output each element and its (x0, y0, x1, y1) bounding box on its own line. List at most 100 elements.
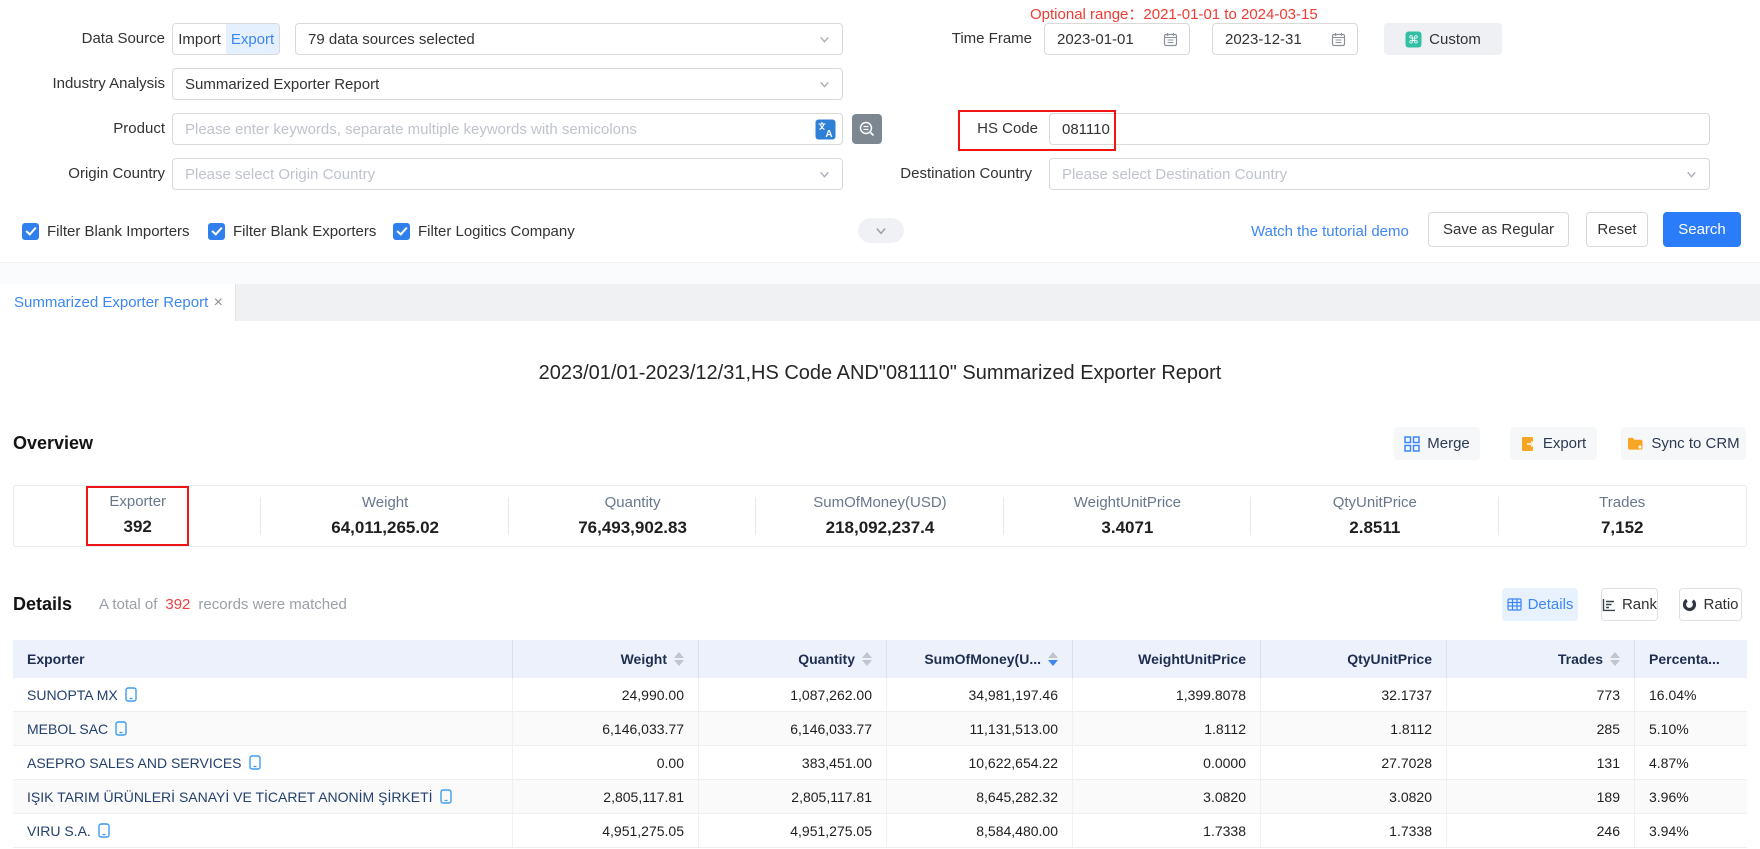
close-icon[interactable]: × (214, 294, 223, 312)
hs-code-input[interactable] (1050, 121, 1709, 138)
tab-summarized-exporter-report[interactable]: Summarized Exporter Report × (0, 284, 236, 321)
overview-stats-card: Exporter392Weight64,011,265.02Quantity76… (13, 485, 1747, 547)
exporter-name-link[interactable]: ASEPRO SALES AND SERVICES (27, 755, 261, 771)
export-toggle-option[interactable]: Export (226, 24, 279, 54)
company-contact-icon[interactable] (98, 823, 110, 838)
column-header-weight[interactable]: Weight (513, 640, 699, 678)
time-frame-label: Time Frame (930, 23, 1032, 55)
collapse-panel-button[interactable] (858, 218, 904, 243)
company-contact-icon[interactable] (115, 721, 127, 736)
fuzzy-search-button[interactable] (852, 114, 882, 144)
chevron-down-icon (818, 168, 842, 181)
details-heading: Details (13, 588, 72, 621)
filter-blank-importers-checkbox[interactable]: Filter Blank Importers (22, 220, 190, 242)
overview-stat: WeightUnitPrice3.4071 (1004, 486, 1251, 546)
exporter-name[interactable]: IŞIK TARIM ÜRÜNLERİ SANAYİ VE TİCARET AN… (27, 789, 433, 805)
checkbox-checked-icon[interactable] (22, 223, 39, 240)
stat-label: Quantity (605, 494, 661, 512)
translate-icon[interactable]: A (815, 119, 842, 140)
tutorial-demo-link[interactable]: Watch the tutorial demo (1251, 216, 1409, 248)
sort-carets-icon[interactable] (1610, 652, 1620, 666)
save-as-regular-button[interactable]: Save as Regular (1428, 212, 1569, 247)
merge-button[interactable]: Merge (1394, 427, 1480, 460)
value-cell: 1.8112 (1261, 712, 1447, 745)
view-details-button[interactable]: Details (1502, 588, 1578, 621)
view-rank-button[interactable]: Rank (1601, 588, 1658, 621)
column-header-quantity[interactable]: Quantity (699, 640, 887, 678)
filter-blank-exporters-checkbox[interactable]: Filter Blank Exporters (208, 220, 376, 242)
value-cell: 2,805,117.81 (699, 780, 887, 813)
exporter-name[interactable]: SUNOPTA MX (27, 687, 118, 703)
value-cell: 2,805,117.81 (513, 780, 699, 813)
overview-stat: SumOfMoney(USD)218,092,237.4 (756, 486, 1003, 546)
column-header-label: Trades (1558, 651, 1603, 667)
import-toggle-option[interactable]: Import (173, 24, 226, 54)
search-button[interactable]: Search (1663, 212, 1741, 247)
exporter-name-link[interactable]: IŞIK TARIM ÜRÜNLERİ SANAYİ VE TİCARET AN… (27, 789, 452, 805)
custom-range-button[interactable]: ⌘ Custom (1384, 23, 1502, 55)
stat-value: 76,493,902.83 (578, 518, 687, 538)
industry-analysis-select[interactable]: Summarized Exporter Report (172, 68, 843, 100)
table-header-row: ExporterWeightQuantitySumOfMoney(U...Wei… (13, 640, 1747, 678)
checkbox-checked-icon[interactable] (393, 223, 410, 240)
chevron-down-icon (818, 78, 842, 91)
sort-carets-icon[interactable] (1048, 652, 1058, 666)
report-title: 2023/01/01-2023/12/31,HS Code AND"081110… (0, 362, 1760, 385)
value-cell: 4,951,275.05 (699, 814, 887, 847)
checkbox-checked-icon[interactable] (208, 223, 225, 240)
overview-stat: QtyUnitPrice2.8511 (1251, 486, 1498, 546)
sync-to-crm-button[interactable]: Sync to CRM (1621, 427, 1746, 460)
stat-value: 392 (124, 517, 152, 537)
value-cell: 11,131,513.00 (887, 712, 1073, 745)
origin-country-select[interactable]: Please select Origin Country (172, 158, 843, 190)
sort-carets-icon[interactable] (862, 652, 872, 666)
value-cell: 16.04% (1635, 678, 1747, 711)
exporter-name-link[interactable]: VIRU S.A. (27, 823, 110, 839)
exporter-name[interactable]: MEBOL SAC (27, 721, 108, 737)
overview-stat: Exporter392 (14, 486, 261, 546)
destination-country-select[interactable]: Please select Destination Country (1049, 158, 1710, 190)
calendar-icon (1163, 32, 1189, 47)
value-cell: 1.7338 (1073, 814, 1261, 847)
column-header-qtyunitprice: QtyUnitPrice (1261, 640, 1447, 678)
value-cell: 1.7338 (1261, 814, 1447, 847)
company-contact-icon[interactable] (125, 687, 137, 702)
overview-stat: Trades7,152 (1499, 486, 1746, 546)
time-frame-end-input[interactable]: 2023-12-31 (1212, 23, 1358, 55)
svg-text:⌘: ⌘ (1408, 34, 1419, 46)
column-header-trades[interactable]: Trades (1447, 640, 1635, 678)
company-contact-icon[interactable] (249, 755, 261, 770)
export-button[interactable]: Export (1510, 427, 1597, 460)
rank-chart-icon (1602, 598, 1616, 612)
exporter-name[interactable]: VIRU S.A. (27, 823, 91, 839)
value-cell: 3.0820 (1261, 780, 1447, 813)
column-header-sumofmoney-u-[interactable]: SumOfMoney(U... (887, 640, 1073, 678)
stat-label: SumOfMoney(USD) (813, 494, 946, 512)
data-source-toggle[interactable]: Import Export (172, 23, 280, 55)
exporter-cell: VIRU S.A. (13, 814, 513, 847)
value-cell: 246 (1447, 814, 1635, 847)
calendar-icon (1331, 32, 1357, 47)
company-contact-icon[interactable] (440, 789, 452, 804)
filter-logitics-company-checkbox[interactable]: Filter Logitics Company (393, 220, 575, 242)
table-body: SUNOPTA MX24,990.001,087,262.0034,981,19… (13, 678, 1747, 848)
origin-country-label: Origin Country (20, 158, 165, 190)
value-cell: 24,990.00 (513, 678, 699, 711)
table-row: VIRU S.A.4,951,275.054,951,275.058,584,4… (13, 814, 1747, 848)
overview-stat: Quantity 76,493,902.83 (509, 486, 756, 546)
reset-button[interactable]: Reset (1586, 212, 1648, 247)
exporter-name[interactable]: ASEPRO SALES AND SERVICES (27, 755, 242, 771)
value-cell: 1.8112 (1073, 712, 1261, 745)
exporter-name-link[interactable]: MEBOL SAC (27, 721, 127, 737)
value-cell: 189 (1447, 780, 1635, 813)
value-cell: 8,645,282.32 (887, 780, 1073, 813)
value-cell: 4.87% (1635, 746, 1747, 779)
exporter-name-link[interactable]: SUNOPTA MX (27, 687, 137, 703)
view-ratio-button[interactable]: Ratio (1679, 588, 1742, 621)
time-frame-start-input[interactable]: 2023-01-01 (1044, 23, 1190, 55)
value-cell: 6,146,033.77 (513, 712, 699, 745)
sort-carets-icon[interactable] (674, 652, 684, 666)
value-cell: 383,451.00 (699, 746, 887, 779)
product-input[interactable] (173, 121, 815, 138)
data-sources-select[interactable]: 79 data sources selected (295, 23, 843, 55)
